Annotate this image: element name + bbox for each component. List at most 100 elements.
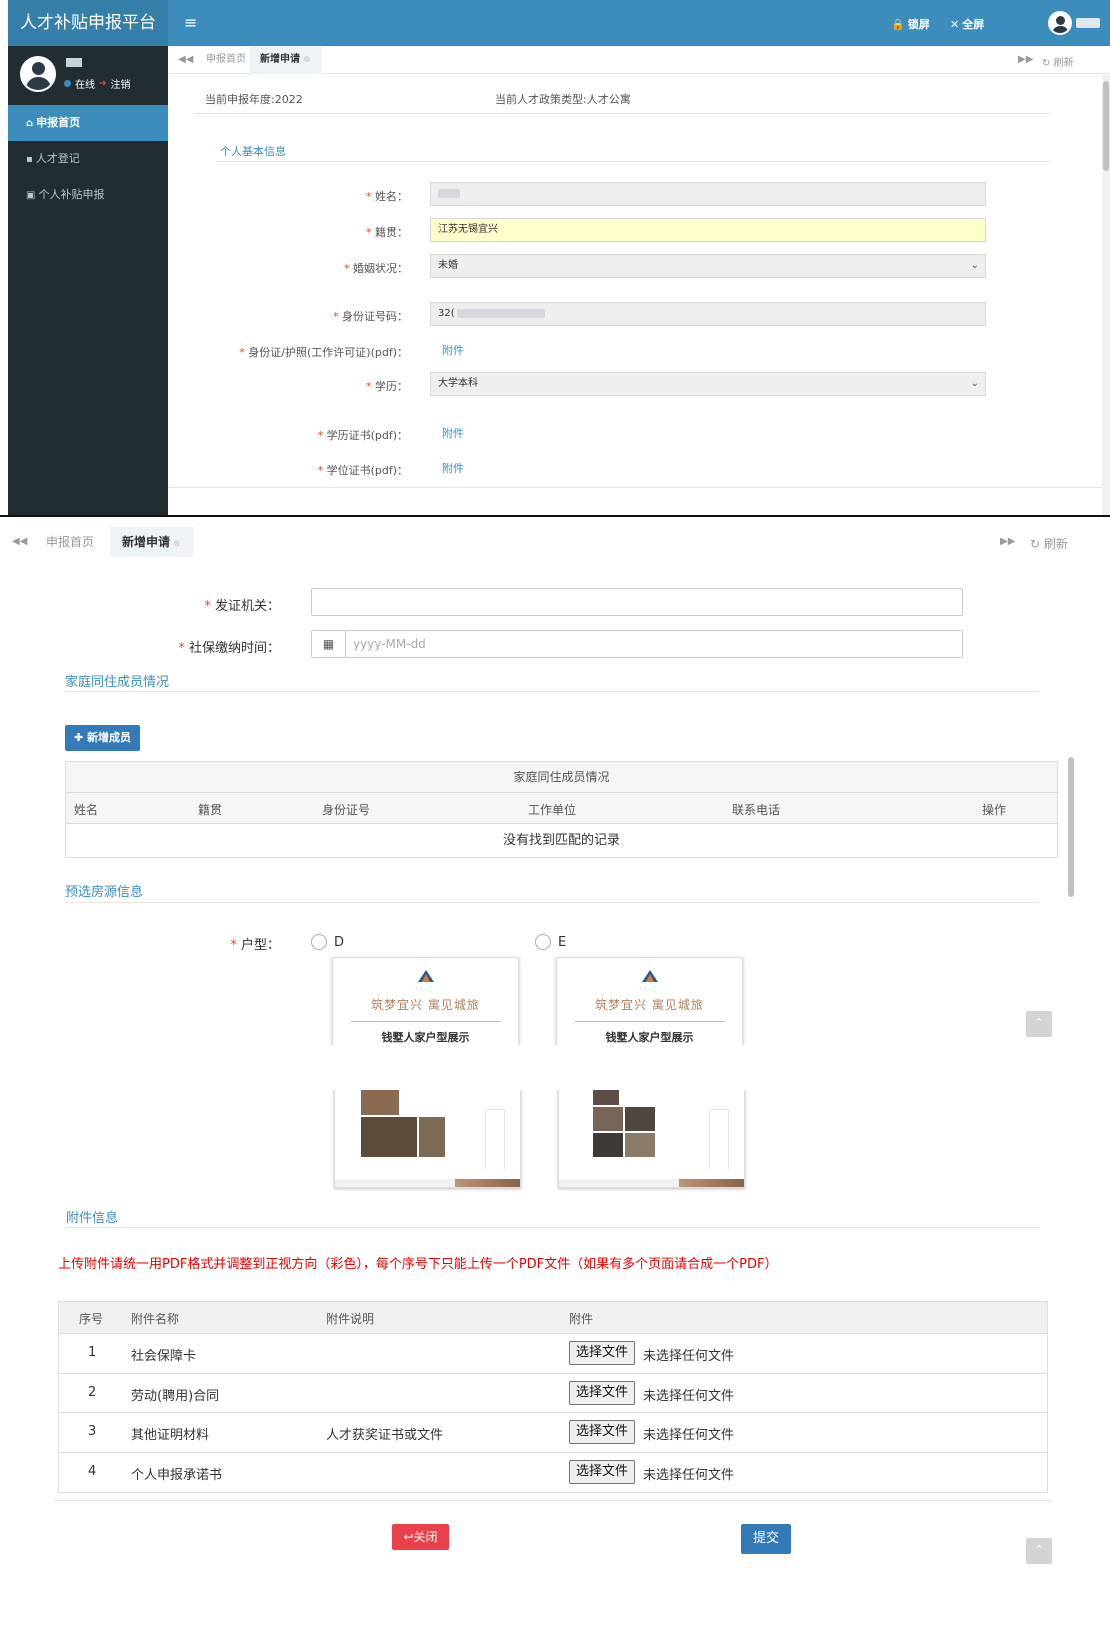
attachment-name: 个人申报承诺书	[131, 1467, 223, 1483]
menu-toggle-icon[interactable]: ≡	[184, 13, 197, 32]
choose-file-button[interactable]: 选择文件	[569, 1459, 636, 1484]
back-to-top-button[interactable]: ⌃	[1026, 1538, 1052, 1564]
add-member-button[interactable]: ✚ 新增成员	[65, 725, 141, 751]
card-title: 筑梦宜兴 寓见城旅	[371, 998, 480, 1012]
tab-prev-icon[interactable]: ◀◀	[12, 536, 27, 547]
user-avatar-icon[interactable]	[1048, 11, 1072, 35]
id-label-text: 身份证号码：	[342, 310, 408, 323]
card-footer-bar	[335, 1179, 520, 1187]
submit-button[interactable]: 提交	[741, 1524, 791, 1554]
attachment-section-title: 附件信息	[66, 1211, 119, 1226]
tab-next-icon[interactable]: ▶▶	[1000, 536, 1015, 547]
tab-new-application[interactable]: 新增申请 ⊗	[110, 527, 193, 557]
divider	[65, 691, 1039, 692]
id-prefix: 32(	[438, 308, 455, 319]
education-label: * 学历：	[366, 380, 408, 393]
tab-close-icon[interactable]: ⊗	[303, 55, 311, 65]
no-file-text: 未选择任何文件	[643, 1388, 735, 1404]
refresh-button[interactable]: ↻ 刷新	[1042, 54, 1074, 69]
calendar-icon[interactable]: ▦	[312, 631, 346, 657]
native-place-field[interactable]: 江苏无锡宜兴	[430, 218, 986, 242]
choose-file-button[interactable]: 选择文件	[569, 1420, 636, 1444]
tab-home[interactable]: 申报首页	[34, 527, 106, 557]
tab-close-icon[interactable]: ⊗	[173, 539, 181, 549]
refresh-icon: ↻	[1030, 537, 1041, 551]
card-footer-bar	[559, 1179, 744, 1187]
column-header: 姓名	[74, 803, 99, 817]
basic-info-title: 个人基本信息	[220, 145, 286, 158]
marital-value: 未婚	[438, 260, 458, 271]
tab-bar: ◀◀ 申报首页 新增申请 ⊗ ▶▶ ↻ 刷新	[0, 527, 1110, 557]
name-label: * 姓名：	[366, 190, 408, 203]
scrollbar-thumb[interactable]	[1103, 81, 1109, 171]
id-attachment-link[interactable]: 附件	[442, 342, 464, 358]
brand-logo-icon	[418, 970, 434, 982]
apply-year: 当前申报年度:2022	[205, 93, 303, 106]
close-button[interactable]: ↩关闭	[392, 1524, 449, 1550]
floorplan-card-d-bottom[interactable]	[334, 1090, 521, 1188]
divider	[575, 1021, 725, 1022]
tab-home[interactable]: 申报首页	[196, 46, 256, 74]
section-gap	[0, 1045, 1110, 1090]
sidebar-item-home[interactable]: ⌂ 申报首页	[8, 105, 168, 141]
card-subtitle: 钱墅人家户型展示	[605, 1031, 694, 1044]
sidebar-item-label: 人才登记	[35, 152, 80, 165]
tab-prev-icon[interactable]: ◀◀	[178, 54, 193, 65]
room-photo	[361, 1090, 399, 1115]
logout-link[interactable]: 注销	[111, 76, 131, 91]
tab-next-icon[interactable]: ▶▶	[1018, 54, 1033, 65]
floorplan-card-d[interactable]: 筑梦宜兴 寓见城旅 钱墅人家户型展示	[332, 957, 519, 1045]
logout-icon[interactable]: ➜	[99, 79, 107, 89]
name-redacted	[438, 188, 460, 198]
name-field[interactable]	[430, 182, 986, 206]
id-number-field[interactable]: 32(	[430, 302, 986, 326]
floorplan-card-e[interactable]: 筑梦宜兴 寓见城旅 钱墅人家户型展示	[556, 957, 743, 1045]
row-number: 3	[88, 1424, 97, 1439]
user-name-redacted[interactable]	[1076, 18, 1100, 28]
table-row: 3 其他证明材料 人才获奖证书或文件 选择文件 未选择任何文件	[59, 1413, 1047, 1453]
house-type-e-radio[interactable]	[535, 934, 551, 950]
column-header: 联系电话	[732, 803, 781, 817]
tab-bar: ◀◀ 申报首页 新增申请 ⊗ ▶▶ ↻ 刷新	[168, 46, 1110, 74]
divider	[54, 1500, 1052, 1501]
sidebar-item-talent-register[interactable]: ▪ 人才登记	[8, 141, 168, 177]
scrollbar-thumb[interactable]	[1068, 757, 1074, 897]
sidebar-item-subsidy-apply[interactable]: ▣ 个人补贴申报	[8, 177, 168, 213]
table-row: 1 社会保障卡 选择文件 未选择任何文件	[59, 1334, 1047, 1374]
marital-status-select[interactable]: 未婚 ⌄	[430, 254, 986, 278]
table-header: 姓名 籍贯 身份证号 工作单位 联系电话 操作	[66, 793, 1057, 824]
back-to-top-button[interactable]: ⌃	[1026, 1011, 1052, 1037]
house-type-label: * 户型：	[230, 938, 280, 953]
table-header: 序号 附件名称 附件说明 附件	[59, 1302, 1047, 1334]
fullscreen-button[interactable]: ✕ 全屏	[950, 16, 984, 32]
social-insurance-date-input[interactable]: ▦ yyyy-MM-dd	[311, 630, 963, 658]
refresh-button[interactable]: ↻ 刷新	[1030, 535, 1068, 552]
lock-screen-button[interactable]: 🔒 锁屏	[891, 16, 930, 32]
issuer-label: * 发证机关：	[204, 599, 280, 614]
floorplan-card-e-bottom[interactable]	[558, 1090, 745, 1188]
tab-new-label: 新增申请	[260, 54, 300, 65]
issuer-input[interactable]	[311, 588, 963, 616]
education-select[interactable]: 大学本科 ⌄	[430, 372, 986, 396]
app-title[interactable]: 人才补贴申报平台	[8, 0, 168, 46]
divider	[65, 902, 1039, 903]
scrollbar[interactable]	[1102, 75, 1110, 535]
room-photo	[419, 1117, 445, 1157]
choose-file-button[interactable]: 选择文件	[569, 1380, 636, 1405]
degree-cert-label: * 学位证书(pdf)：	[317, 464, 408, 477]
house-type-d-radio[interactable]	[311, 934, 327, 950]
attachment-table: 序号 附件名称 附件说明 附件 1 社会保障卡 选择文件 未选择任何文件 2 劳…	[58, 1301, 1048, 1493]
home-icon: ⌂	[26, 118, 34, 129]
table-row: 4 个人申报承诺书 选择文件 未选择任何文件	[59, 1453, 1047, 1493]
degree-cert-attachment-link[interactable]: 附件	[442, 460, 464, 476]
divider	[66, 1227, 1040, 1228]
divider	[351, 1021, 501, 1022]
lock-icon: 🔒	[891, 17, 905, 31]
user-status: 在线 ➜ 注销	[64, 76, 131, 91]
page: 人才补贴申报平台 ≡ 🔒 锁屏 ✕ 全屏 在线 ➜ 注销 ⌂ 申报首页 ▪ 人才…	[0, 0, 1110, 1626]
decorative-outline	[709, 1109, 729, 1169]
add-member-label: 新增成员	[87, 731, 132, 744]
choose-file-button[interactable]: 选择文件	[569, 1341, 636, 1365]
edu-cert-attachment-link[interactable]: 附件	[442, 425, 464, 441]
tab-new-application[interactable]: 新增申请 ⊗	[250, 46, 321, 74]
